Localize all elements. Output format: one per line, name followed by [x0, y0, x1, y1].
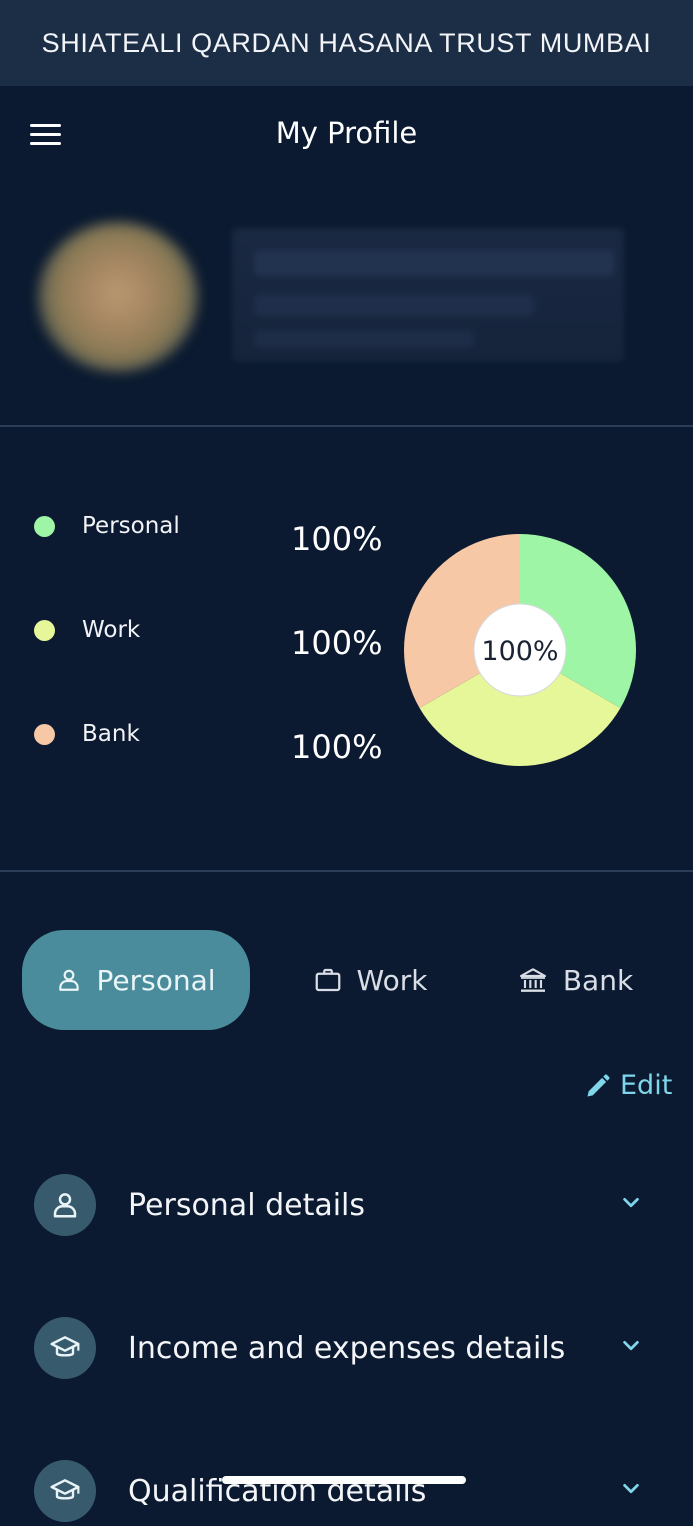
section-income-expenses-details[interactable]: Income and expenses details — [34, 1313, 674, 1383]
page-header: My Profile — [0, 86, 693, 196]
tab-work-label: Work — [356, 963, 428, 997]
legend-item-personal: Personal — [34, 506, 180, 546]
section-label: Personal details — [128, 1187, 366, 1223]
user-icon — [34, 1174, 96, 1236]
app-title-bar: SHIATEALI QARDAN HASANA TRUST MUMBAI — [0, 0, 693, 86]
section-label: Income and expenses details — [128, 1330, 566, 1366]
tab-work[interactable]: Work — [300, 930, 440, 1030]
legend-item-work: Work — [34, 610, 140, 650]
legend-label-personal: Personal — [82, 513, 180, 539]
page-title: My Profile — [275, 116, 418, 150]
briefcase-icon — [315, 968, 340, 992]
bank-icon — [519, 968, 546, 992]
legend-label-work: Work — [82, 617, 141, 643]
tab-personal[interactable]: Personal — [22, 930, 250, 1030]
legend-dot-work — [34, 619, 55, 641]
graduation-cap-icon — [34, 1460, 96, 1522]
pencil-icon — [587, 1074, 610, 1096]
legend-value-personal: 100% — [291, 520, 383, 558]
legend-label-bank: Bank — [82, 721, 140, 747]
chevron-down-icon[interactable] — [620, 1335, 642, 1357]
legend-value-bank: 100% — [291, 728, 383, 766]
chevron-down-icon[interactable] — [620, 1192, 642, 1214]
profile-tabs: Personal Work Bank — [0, 930, 693, 1030]
chevron-down-icon[interactable] — [620, 1478, 642, 1500]
graduation-cap-icon — [34, 1317, 96, 1379]
tab-personal-label: Personal — [96, 963, 216, 997]
section-personal-details[interactable]: Personal details — [34, 1170, 674, 1240]
section-qualification-details[interactable]: Qualification details — [34, 1456, 674, 1526]
app-title: SHIATEALI QARDAN HASANA TRUST MUMBAI — [41, 27, 652, 58]
profile-name-blurred — [232, 228, 624, 362]
legend-value-work: 100% — [291, 624, 383, 662]
donut-center-label: 100% — [481, 636, 558, 667]
divider — [0, 870, 693, 872]
legend-dot-bank — [34, 723, 55, 745]
completion-donut-chart: 100% — [404, 534, 636, 766]
home-indicator — [222, 1476, 466, 1484]
user-icon — [59, 969, 80, 991]
avatar — [38, 222, 198, 372]
tab-bank-label: Bank — [562, 963, 634, 997]
edit-label: Edit — [620, 1070, 673, 1101]
edit-button[interactable]: Edit — [584, 1070, 672, 1101]
legend-item-bank: Bank — [34, 714, 140, 754]
legend-dot-personal — [34, 515, 55, 537]
divider — [0, 425, 693, 427]
tab-bank[interactable]: Bank — [505, 930, 645, 1030]
